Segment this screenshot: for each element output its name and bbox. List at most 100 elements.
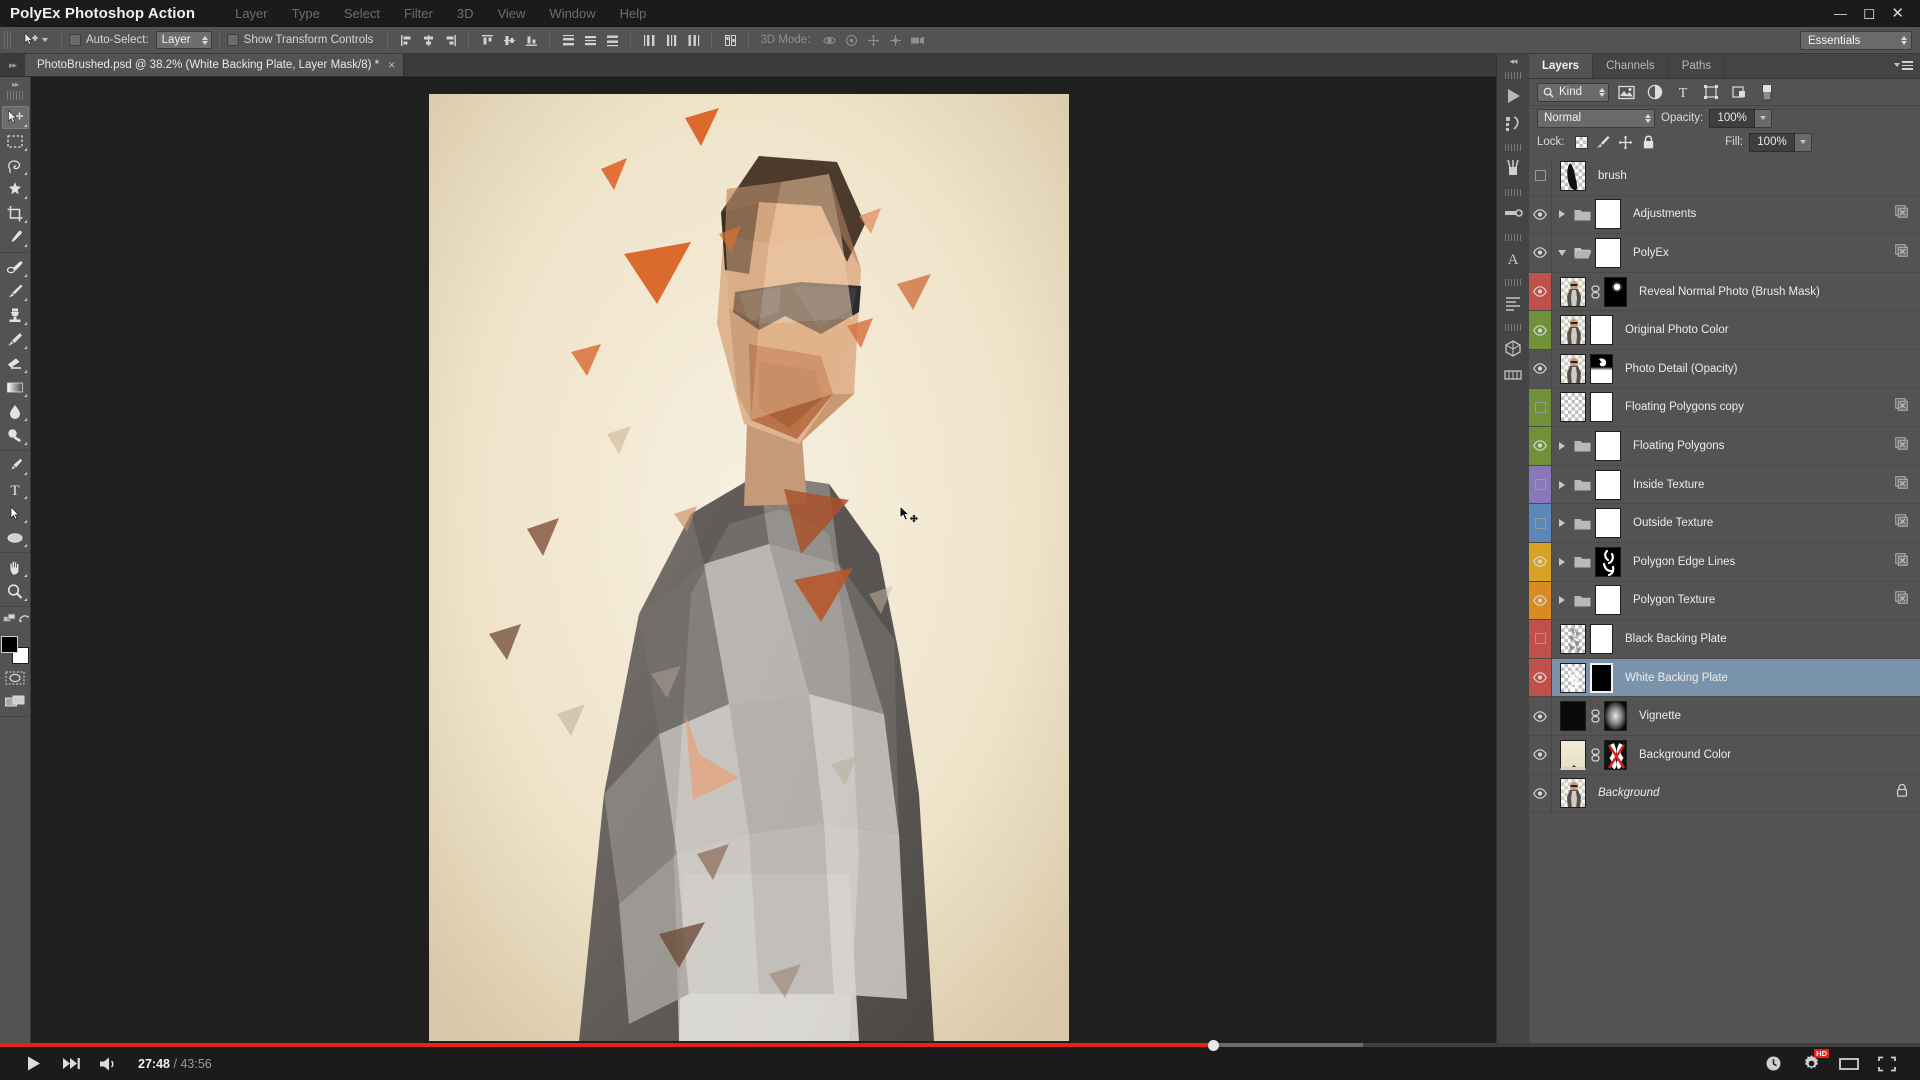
eraser-tool[interactable] — [2, 352, 29, 375]
layer-row[interactable]: Photo Detail (Opacity) — [1529, 349, 1920, 389]
dock-collapse-icon[interactable]: ◂◂ — [1497, 54, 1529, 69]
horizontal-type-tool[interactable]: T — [2, 478, 29, 501]
layer-visibility-toggle[interactable] — [1529, 209, 1551, 220]
layer-row[interactable]: Adjustments — [1529, 195, 1920, 235]
group-disclosure-triangle[interactable] — [1552, 249, 1572, 256]
menu-window[interactable]: Window — [537, 4, 607, 23]
layer-visibility-toggle[interactable] — [1529, 170, 1551, 182]
dock-grip[interactable] — [1505, 279, 1521, 286]
layer-color-tag[interactable] — [1529, 311, 1551, 349]
layer-row[interactable]: Background — [1529, 774, 1920, 814]
group-disclosure-triangle[interactable] — [1552, 441, 1572, 450]
volume-on-icon[interactable] — [90, 1047, 128, 1080]
layer-visibility-toggle[interactable] — [1529, 517, 1551, 529]
brush-tool[interactable] — [2, 280, 29, 303]
auto-select-target-dropdown[interactable]: Layer — [155, 31, 212, 49]
edit-toolbar-icon[interactable] — [3, 612, 18, 630]
layer-effects-icon[interactable] — [1895, 553, 1908, 571]
layer-thumbnail[interactable] — [1558, 276, 1588, 307]
distribute-left-edges-icon[interactable] — [639, 30, 659, 50]
group-disclosure-triangle[interactable] — [1552, 557, 1572, 566]
options-bar-grip[interactable] — [4, 31, 12, 49]
layer-color-tag[interactable] — [1529, 350, 1551, 388]
group-disclosure-triangle[interactable] — [1552, 519, 1572, 528]
dock-grip[interactable] — [1505, 144, 1521, 151]
maximize-icon[interactable]: ◻ — [1863, 6, 1875, 21]
lock-position-icon[interactable] — [1618, 134, 1634, 150]
layer-thumbnail[interactable] — [1593, 199, 1623, 230]
layer-visibility-toggle[interactable] — [1529, 556, 1551, 568]
distribute-right-edges-icon[interactable] — [683, 30, 703, 50]
dock-grip[interactable] — [1505, 189, 1521, 196]
layer-color-tag[interactable] — [1529, 542, 1551, 581]
quick-selection-tool[interactable] — [2, 178, 29, 201]
layer-color-tag[interactable] — [1529, 581, 1551, 620]
layer-name[interactable]: Floating Polygons — [1633, 440, 1724, 452]
auto-align-layers-icon[interactable] — [720, 30, 740, 50]
next-video-icon[interactable] — [52, 1047, 90, 1080]
filter-enable-toggle[interactable] — [1756, 82, 1777, 103]
minimize-icon[interactable]: — — [1834, 7, 1847, 20]
layer-row[interactable]: Floating Polygons copy — [1529, 388, 1920, 428]
layer-name[interactable]: PolyEx — [1633, 247, 1669, 259]
character-panel-icon[interactable]: A — [1499, 244, 1528, 271]
filter-shape-icon[interactable] — [1700, 82, 1721, 103]
pen-tool[interactable] — [2, 454, 29, 477]
layer-thumbnail[interactable] — [1593, 430, 1623, 461]
layer-name[interactable]: Background — [1598, 787, 1659, 799]
layer-thumbnail[interactable] — [1558, 623, 1588, 654]
layer-visibility-toggle[interactable] — [1529, 710, 1551, 722]
current-tool-chip[interactable] — [16, 29, 54, 51]
rectangular-marquee-tool[interactable] — [2, 130, 29, 153]
dock-grip[interactable] — [1505, 72, 1521, 79]
layer-name[interactable]: Outside Texture — [1633, 517, 1713, 529]
swap-colors-icon[interactable] — [18, 612, 32, 630]
document-tab[interactable]: PhotoBrushed.psd @ 38.2% (White Backing … — [25, 54, 405, 76]
roll-3d-icon[interactable] — [841, 30, 861, 50]
layer-mask-thumbnail[interactable] — [1588, 662, 1615, 693]
close-icon[interactable]: ✕ — [1891, 6, 1904, 21]
close-icon[interactable]: × — [388, 59, 395, 71]
actions-panel-icon[interactable] — [1499, 109, 1528, 136]
layer-visibility-toggle[interactable] — [1529, 633, 1551, 645]
fullscreen-icon[interactable] — [1868, 1047, 1906, 1080]
tab-channels[interactable]: Channels — [1593, 54, 1669, 78]
layer-visibility-toggle[interactable] — [1529, 787, 1551, 799]
layer-mask-thumbnail[interactable] — [1602, 739, 1629, 770]
layer-color-tag[interactable] — [1529, 775, 1551, 813]
layer-row[interactable]: Vignette — [1529, 697, 1920, 736]
show-transform-controls-checkbox[interactable] — [226, 34, 239, 46]
filter-smartobject-icon[interactable] — [1728, 82, 1749, 103]
filter-adjustment-icon[interactable] — [1644, 82, 1665, 103]
layer-color-tag[interactable] — [1529, 465, 1551, 504]
layer-color-tag[interactable] — [1529, 736, 1551, 774]
play-icon[interactable] — [14, 1047, 52, 1080]
blend-mode-dropdown[interactable]: Normal — [1537, 108, 1655, 128]
canvas-area[interactable] — [31, 77, 1503, 1043]
layer-effects-icon[interactable] — [1895, 475, 1908, 494]
tool-preset-chevron-down-icon[interactable] — [42, 38, 48, 42]
lock-transparent-pixels-icon[interactable] — [1574, 135, 1588, 149]
layer-color-tag[interactable] — [1529, 697, 1551, 735]
layer-thumbnail[interactable] — [1558, 739, 1588, 770]
layer-effects-icon[interactable] — [1895, 437, 1908, 455]
layer-row[interactable]: Polygon Texture — [1529, 581, 1920, 621]
auto-select-checkbox[interactable] — [69, 34, 81, 46]
ellipse-tool[interactable] — [2, 526, 29, 549]
layer-name[interactable]: Background Color — [1639, 749, 1731, 761]
layer-mask-thumbnail[interactable] — [1602, 701, 1629, 732]
distribute-horizontal-centers-icon[interactable] — [661, 30, 681, 50]
lasso-tool[interactable] — [2, 154, 29, 177]
panel-menu-icon[interactable] — [1894, 61, 1913, 70]
layer-name[interactable]: Inside Texture — [1633, 479, 1704, 491]
layer-row[interactable]: White Backing Plate — [1529, 658, 1920, 698]
layer-row[interactable]: PolyEx — [1529, 234, 1920, 273]
layer-color-tag[interactable] — [1529, 427, 1551, 465]
settings-gear-button[interactable]: HD — [1792, 1047, 1830, 1080]
menu-layer[interactable]: Layer — [223, 4, 280, 23]
history-brush-tool[interactable] — [2, 328, 29, 351]
timeline-panel-icon[interactable] — [1499, 361, 1528, 388]
menu-view[interactable]: View — [485, 4, 537, 23]
watch-later-icon[interactable] — [1754, 1047, 1792, 1080]
layer-effects-icon[interactable] — [1895, 244, 1908, 262]
